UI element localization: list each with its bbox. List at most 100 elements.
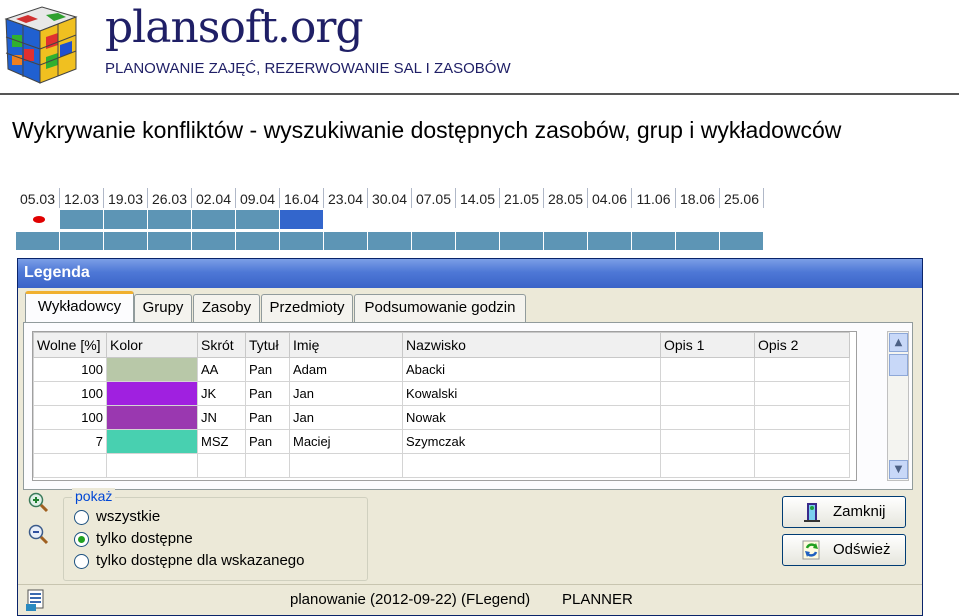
column-header-wolne[interactable]: Wolne [%]: [33, 332, 107, 358]
scroll-down-icon[interactable]: ▼: [889, 460, 908, 479]
cell-kolor: [106, 357, 198, 382]
calendar-cell[interactable]: [236, 232, 279, 250]
table-row[interactable]: 100 AA Pan Adam Abacki: [33, 357, 850, 382]
calendar-strip[interactable]: 05.03 12.03 19.03 26.03 02.04 09.04 16.04 23.04…: [16, 188, 771, 258]
calendar-week-column[interactable]: 25.06: [720, 188, 764, 250]
calendar-cell[interactable]: [456, 232, 499, 250]
calendar-week-column[interactable]: 28.05: [544, 188, 588, 250]
radio-label: tylko dostępne: [96, 530, 193, 547]
brand-name: plansoft.org: [105, 2, 364, 53]
calendar-cell[interactable]: [720, 232, 763, 250]
radio-tylko-dostepne[interactable]: [74, 532, 89, 547]
calendar-week-column[interactable]: 02.04: [192, 188, 236, 250]
calendar-week-column[interactable]: 04.06: [588, 188, 632, 250]
calendar-cell[interactable]: [60, 232, 103, 250]
zoom-in-icon[interactable]: [27, 491, 49, 513]
calendar-cell[interactable]: [544, 232, 587, 250]
calendar-cell[interactable]: [16, 210, 59, 229]
empty-cell: [106, 453, 198, 478]
cell-wolne: 100: [33, 405, 107, 430]
cell-imie: Jan: [289, 381, 403, 406]
calendar-cell[interactable]: [324, 232, 367, 250]
calendar-week-column[interactable]: 07.05: [412, 188, 456, 250]
column-header-skrot[interactable]: Skrót: [197, 332, 246, 358]
calendar-date-label: 19.03: [104, 188, 148, 208]
vertical-scrollbar[interactable]: ▲ ▼: [887, 331, 909, 481]
scroll-up-icon[interactable]: ▲: [889, 333, 908, 352]
calendar-week-column[interactable]: 19.03: [104, 188, 148, 250]
column-header-opis1[interactable]: Opis 1: [660, 332, 755, 358]
calendar-date-label: 04.06: [588, 188, 632, 208]
calendar-cell[interactable]: [192, 232, 235, 250]
slide-title: Wykrywanie konfliktów - wyszukiwanie dos…: [12, 117, 842, 143]
calendar-cell[interactable]: [60, 210, 103, 229]
calendar-week-column[interactable]: 09.04: [236, 188, 280, 250]
cell-opis1: [660, 405, 755, 430]
calendar-date-label: 26.03: [148, 188, 192, 208]
lecturers-grid[interactable]: Wolne [%] Kolor Skrót Tytuł Imię Nazwisk…: [32, 331, 857, 481]
column-header-imie[interactable]: Imię: [289, 332, 403, 358]
calendar-cell[interactable]: [280, 232, 323, 250]
brand-subtitle: PLANOWANIE ZAJĘĆ, REZERWOWANIE SAL I ZAS…: [105, 60, 511, 77]
refresh-button[interactable]: Odśwież: [782, 534, 906, 566]
column-header-nazwisko[interactable]: Nazwisko: [402, 332, 661, 358]
calendar-cell[interactable]: [104, 232, 147, 250]
column-header-kolor[interactable]: Kolor: [106, 332, 198, 358]
column-header-tytul[interactable]: Tytuł: [245, 332, 290, 358]
table-row-empty: [33, 453, 850, 478]
calendar-week-column[interactable]: 18.06: [676, 188, 720, 250]
cell-wolne: 100: [33, 381, 107, 406]
cell-kolor: [106, 381, 198, 406]
calendar-cell[interactable]: [500, 232, 543, 250]
tab-podsumowanie-godzin[interactable]: Podsumowanie godzin: [354, 294, 526, 322]
zoom-out-icon[interactable]: [27, 523, 49, 545]
calendar-week-column[interactable]: 23.04: [324, 188, 368, 250]
tab-label: Grupy: [142, 299, 184, 316]
calendar-date-label: 25.06: [720, 188, 764, 208]
cell-tytul: Pan: [245, 381, 290, 406]
calendar-week-column[interactable]: 11.06: [632, 188, 676, 250]
tab-zasoby[interactable]: Zasoby: [193, 294, 260, 322]
calendar-week-column[interactable]: 14.05: [456, 188, 500, 250]
show-filter-group: wszystkie tylko dostępne tylko dostępne …: [63, 497, 368, 581]
radio-tylko-dostepne-dla-wskazanego[interactable]: [74, 554, 89, 569]
status-user: PLANNER: [562, 591, 633, 608]
tab-przedmioty[interactable]: Przedmioty: [261, 294, 353, 322]
tab-wykladowcy[interactable]: Wykładowcy: [25, 291, 134, 325]
calendar-cell[interactable]: [236, 210, 279, 229]
calendar-cell[interactable]: [588, 232, 631, 250]
table-row[interactable]: 100 JN Pan Jan Nowak: [33, 405, 850, 430]
calendar-cell[interactable]: [412, 232, 455, 250]
cell-kolor: [106, 405, 198, 430]
calendar-cell[interactable]: [192, 210, 235, 229]
calendar-week-column[interactable]: 16.04: [280, 188, 324, 250]
calendar-cell[interactable]: [104, 210, 147, 229]
calendar-week-column[interactable]: 26.03: [148, 188, 192, 250]
calendar-week-column[interactable]: 05.03: [16, 188, 60, 250]
calendar-week-column[interactable]: 12.03: [60, 188, 104, 250]
tab-label: Zasoby: [201, 299, 252, 316]
table-row[interactable]: 7 MSZ Pan Maciej Szymczak: [33, 429, 850, 454]
tab-grupy[interactable]: Grupy: [134, 294, 192, 322]
legend-window: Legenda Wykładowcy Grupy Zasoby Przedmio…: [17, 258, 923, 616]
calendar-cell[interactable]: [632, 232, 675, 250]
radio-wszystkie[interactable]: [74, 510, 89, 525]
cell-skrot: MSZ: [197, 429, 246, 454]
table-row[interactable]: 100 JK Pan Jan Kowalski: [33, 381, 850, 406]
window-titlebar[interactable]: Legenda: [18, 259, 922, 288]
scroll-thumb[interactable]: [889, 354, 908, 376]
calendar-week-column[interactable]: 21.05: [500, 188, 544, 250]
calendar-date-label: 30.04: [368, 188, 412, 208]
calendar-cell[interactable]: [676, 232, 719, 250]
calendar-cell[interactable]: [148, 210, 191, 229]
column-header-opis2[interactable]: Opis 2: [754, 332, 850, 358]
empty-cell: [402, 453, 661, 478]
cell-tytul: Pan: [245, 429, 290, 454]
calendar-cell[interactable]: [16, 232, 59, 250]
close-button[interactable]: Zamknij: [782, 496, 906, 528]
calendar-cell[interactable]: [148, 232, 191, 250]
calendar-cell[interactable]: [368, 232, 411, 250]
calendar-date-label: 23.04: [324, 188, 368, 208]
calendar-cell[interactable]: [280, 210, 323, 229]
calendar-week-column[interactable]: 30.04: [368, 188, 412, 250]
